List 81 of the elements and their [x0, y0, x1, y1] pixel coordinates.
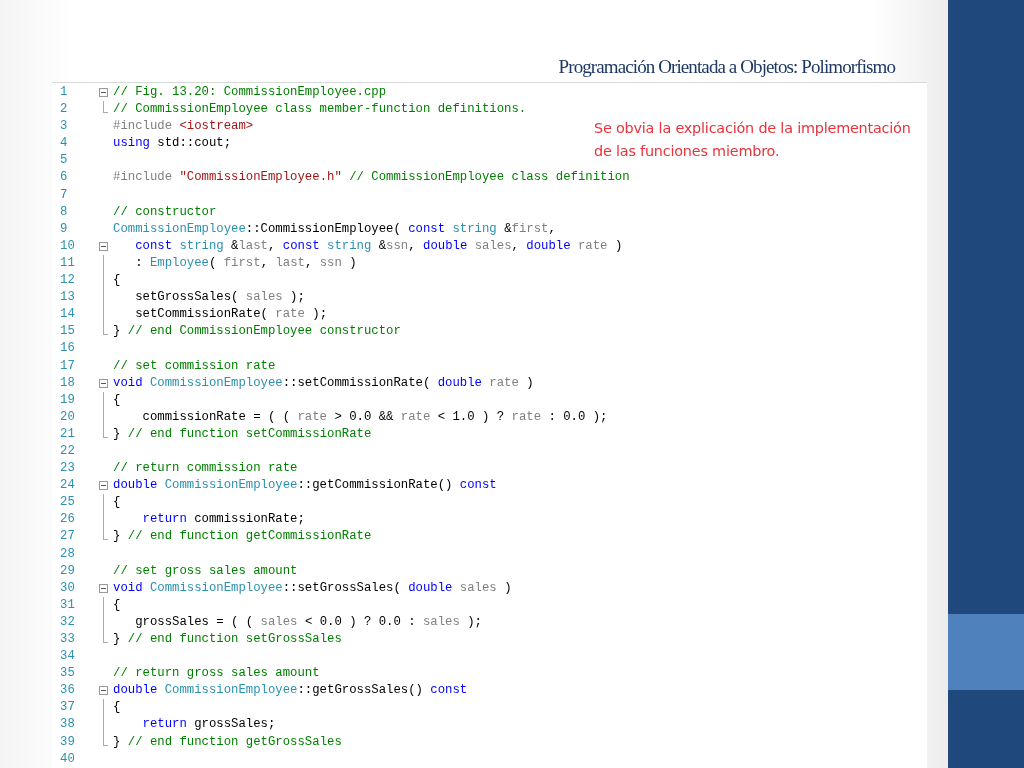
code-line: } // end function setCommissionRate	[113, 425, 372, 443]
code-line: void CommissionEmployee::setGrossSales( double sales )	[113, 579, 512, 597]
code-line: return commissionRate;	[141, 511, 305, 529]
collapse-icon[interactable]	[99, 88, 108, 97]
code-line: } // end function getCommissionRate	[113, 528, 372, 546]
code-line: const string &last, const string &ssn, double sales, double rate )	[134, 237, 623, 255]
line-number: 24	[59, 477, 76, 495]
code-line: return grossSales;	[141, 716, 276, 734]
line-number: 38	[59, 716, 76, 734]
line-number: 4	[59, 135, 69, 153]
line-number: 19	[59, 391, 76, 409]
code-line: {	[113, 391, 121, 409]
code-line: #include "CommissionEmployee.h" // CommissionEmployee class definition	[113, 169, 630, 187]
line-number: 25	[59, 494, 76, 512]
code-line: void CommissionEmployee::setCommissionRate( double rate )	[113, 374, 534, 392]
line-number: 15	[59, 323, 76, 341]
line-number: 34	[59, 648, 76, 666]
code-line: CommissionEmployee::CommissionEmployee( const string &first,	[113, 220, 556, 238]
line-number: 10	[59, 237, 76, 255]
code-line: // CommissionEmployee class member-function definitions.	[113, 101, 527, 119]
code-line: setGrossSales( sales );	[134, 289, 305, 307]
line-number: 31	[59, 596, 76, 614]
note-text: Se obvia la explicación de la implementación de las funciones miembro.	[594, 119, 911, 161]
code-line: : Employee( first, last, ssn )	[134, 254, 357, 272]
code-line: commissionRate = ( ( rate > 0.0 && rate < 1.0 ) ? rate : 0.0 );	[141, 408, 608, 426]
line-number: 20	[59, 408, 76, 426]
code-line: #include <iostream>	[113, 118, 254, 136]
code-line: {	[113, 699, 121, 717]
slide-title: Programación Orientada a Objetos: Polimorfismo	[557, 56, 895, 78]
line-number: 13	[59, 289, 76, 307]
code-line: using std::cout;	[113, 135, 232, 153]
line-number: 18	[59, 374, 76, 392]
line-number: 29	[59, 562, 76, 580]
line-number: 9	[59, 220, 69, 238]
line-number: 7	[59, 186, 69, 204]
code-line: double CommissionEmployee::getGrossSales() const	[113, 682, 468, 700]
code-line: // set gross sales amount	[113, 562, 298, 580]
line-number: 12	[59, 272, 76, 290]
code-line: // set commission rate	[113, 357, 276, 375]
line-number: 8	[59, 203, 69, 221]
line-number: 17	[59, 357, 76, 375]
collapse-icon[interactable]	[99, 686, 108, 696]
code-line: {	[113, 596, 121, 614]
line-number: 37	[59, 699, 76, 717]
line-number: 16	[59, 340, 76, 358]
code-line: // constructor	[113, 203, 217, 221]
code-line: grossSales = ( ( sales < 0.0 ) ? 0.0 : sales );	[134, 613, 482, 631]
line-number: 23	[59, 460, 76, 478]
line-number: 30	[59, 579, 76, 597]
collapse-icon[interactable]	[99, 241, 108, 251]
line-number: 22	[59, 442, 76, 460]
code-line: // Fig. 13.20: CommissionEmployee.cpp	[113, 84, 387, 101]
code-line: setCommissionRate( rate );	[134, 306, 328, 324]
line-number: 6	[59, 169, 69, 187]
code-line: } // end function getGrossSales	[113, 733, 342, 751]
line-number: 39	[59, 733, 76, 751]
line-number: 14	[59, 306, 76, 324]
line-number: 21	[59, 425, 76, 443]
code-line: } // end function setGrossSales	[113, 631, 342, 648]
line-number: 11	[59, 254, 76, 272]
line-number: 2	[59, 101, 69, 119]
line-number: 33	[59, 631, 76, 648]
code-line: // return commission rate	[113, 460, 298, 478]
collapse-icon[interactable]	[99, 378, 108, 388]
code-line: // return gross sales amount	[113, 665, 320, 683]
collapse-icon[interactable]	[99, 583, 108, 593]
line-number: 32	[59, 613, 76, 631]
line-number: 3	[59, 118, 69, 136]
line-number: 5	[59, 152, 69, 170]
line-number: 40	[59, 750, 76, 768]
line-number: 28	[59, 545, 76, 563]
line-number: 35	[59, 665, 76, 683]
collapse-icon[interactable]	[99, 481, 108, 491]
code-line: } // end CommissionEmployee constructor	[113, 323, 401, 341]
code-line: {	[113, 494, 121, 512]
line-number: 26	[59, 511, 76, 529]
line-number: 36	[59, 682, 76, 700]
line-number: 27	[59, 528, 76, 546]
code-line: {	[113, 272, 121, 290]
line-number: 1	[59, 84, 69, 101]
code-line: double CommissionEmployee::getCommissionRate() const	[113, 477, 497, 495]
